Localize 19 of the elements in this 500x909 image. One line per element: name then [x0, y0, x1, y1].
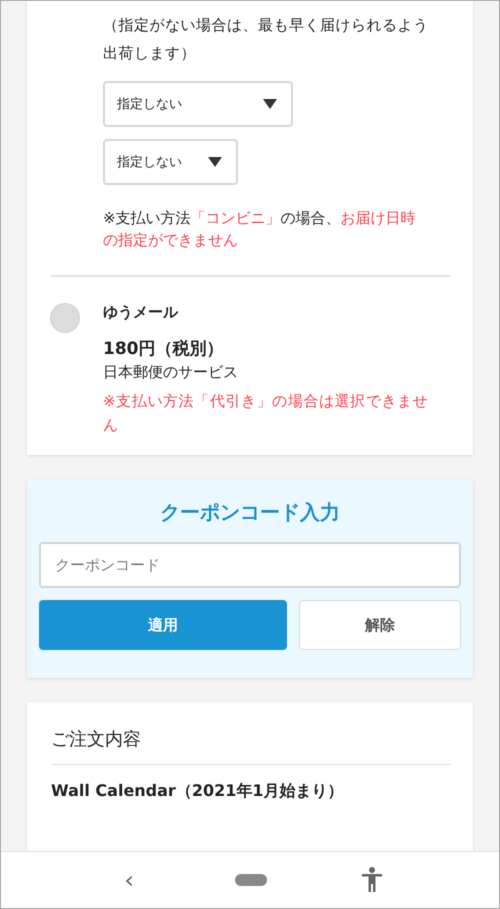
coupon-field[interactable]: クーポンコード	[39, 542, 461, 588]
back-button[interactable]: ‹	[118, 866, 140, 894]
option-description: 日本郵便のサービス	[103, 362, 239, 383]
caret-icon	[208, 157, 222, 167]
note-text: ※支払い方法「コンビニ」の場合、お届け日時の指定ができません	[103, 208, 417, 251]
home-button[interactable]	[234, 874, 267, 886]
product-name: Wall Calendar（2021年1月始まり）	[51, 781, 344, 802]
accessibility-icon[interactable]	[362, 867, 382, 893]
coupon-title: クーポンコード入力	[159, 499, 341, 526]
hint-text: （指定がない場合は、最も早く届けられるよう出荷します）	[103, 15, 430, 64]
section-title: ご注文内容	[51, 728, 142, 752]
option-name: ゆうメール	[103, 302, 180, 323]
dropdown[interactable]: 指定しない	[103, 81, 293, 127]
dropdown[interactable]: 指定しない	[103, 139, 238, 185]
warning-text: ※支払い方法「代引き」の場合は選択できません	[103, 391, 430, 436]
remove-button[interactable]: 解除	[299, 600, 461, 650]
radio-button[interactable]	[50, 303, 80, 333]
option-price: 180円（税別）	[103, 338, 224, 361]
caret-icon	[263, 99, 277, 109]
